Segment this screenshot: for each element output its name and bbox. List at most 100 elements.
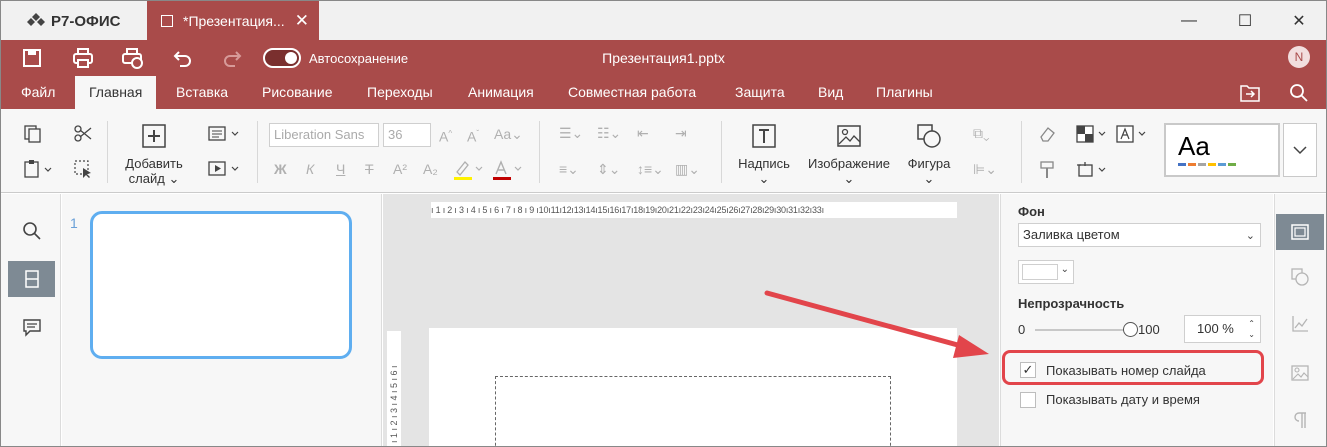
sidebar-search-button[interactable] <box>8 213 55 249</box>
superscript-icon[interactable]: A² <box>393 160 407 178</box>
align-left-icon[interactable]: ≡⌄ <box>559 160 579 178</box>
change-case-icon[interactable]: Aa⌄ <box>494 125 523 143</box>
logo-icon <box>27 12 45 30</box>
increase-indent-icon[interactable]: ⇥ <box>675 124 687 142</box>
opacity-input[interactable]: 100 % ⌃ ⌄ <box>1184 315 1261 343</box>
maximize-button[interactable]: ☐ <box>1217 1 1273 40</box>
search-icon[interactable] <box>1289 83 1309 103</box>
select-all-icon[interactable] <box>73 159 93 179</box>
sidebar-comments-button[interactable] <box>8 309 55 345</box>
decrease-font-icon[interactable]: Aˇ <box>467 125 479 146</box>
close-tab-icon[interactable]: ✕ <box>295 12 309 29</box>
slide[interactable] <box>429 328 957 446</box>
add-slide-label-2: слайд <box>128 171 165 186</box>
highlight-color-icon[interactable] <box>452 158 486 180</box>
image-settings-button[interactable] <box>1276 355 1324 391</box>
change-layout-icon[interactable] <box>207 124 241 144</box>
tab-file[interactable]: Файл <box>7 76 69 109</box>
tab-draw[interactable]: Рисование <box>248 76 347 109</box>
add-slide-button[interactable]: Добавить слайд ⌄ <box>116 123 192 186</box>
paragraph-settings-button[interactable] <box>1276 402 1324 438</box>
cut-icon[interactable] <box>73 124 93 144</box>
vertical-align-icon[interactable]: ⇕⌄ <box>597 160 620 178</box>
shape-settings-button[interactable] <box>1276 259 1324 295</box>
tab-view[interactable]: Вид <box>804 76 857 109</box>
ribbon-separator <box>1021 121 1022 183</box>
chart-settings-button[interactable] <box>1276 306 1324 342</box>
save-icon[interactable] <box>21 47 43 69</box>
image-label: Изображение <box>808 156 890 171</box>
redo-icon[interactable] <box>222 47 244 69</box>
font-color-icon[interactable] <box>491 158 525 180</box>
document-tab[interactable]: *Презентация... ✕ <box>147 1 319 40</box>
opacity-slider-handle[interactable] <box>1123 322 1138 337</box>
chevron-down-icon: ⌄ <box>1060 264 1069 275</box>
columns-icon[interactable]: ▥⌄ <box>675 160 700 178</box>
tab-insert[interactable]: Вставка <box>162 76 242 109</box>
show-date-time-checkbox[interactable] <box>1020 392 1036 408</box>
print-icon[interactable] <box>72 47 94 69</box>
slide-settings-button[interactable] <box>1276 214 1324 250</box>
clear-style-icon[interactable] <box>1037 124 1057 144</box>
search-icon <box>22 222 41 240</box>
copy-style-icon[interactable] <box>1037 160 1057 180</box>
background-label: Фон <box>1018 204 1045 219</box>
arrange-icon[interactable]: ⧉⌄ <box>973 124 990 142</box>
align-objects-icon[interactable]: ⊫⌄ <box>973 160 997 178</box>
text-box-button[interactable]: Надпись ⌄ <box>731 123 797 186</box>
strikethrough-icon[interactable]: Т <box>365 160 374 178</box>
vertical-ruler-marks: ı 1 ı 2 ı 3 ı 4 ı 5 ı 6 ı <box>389 365 399 443</box>
minimize-button[interactable]: — <box>1161 1 1217 40</box>
image-button[interactable]: Изображение ⌄ <box>801 123 897 186</box>
italic-icon[interactable]: К <box>306 160 314 178</box>
ribbon-separator <box>539 121 540 183</box>
bullets-icon[interactable]: ☰⌄ <box>559 124 583 142</box>
sidebar-slides-button[interactable] <box>8 261 55 297</box>
undo-icon[interactable] <box>171 47 193 69</box>
copy-icon[interactable] <box>23 124 43 144</box>
tab-plugins[interactable]: Плагины <box>862 76 947 109</box>
color-scheme-icon[interactable] <box>1075 124 1113 144</box>
tab-home[interactable]: Главная <box>75 76 157 109</box>
numbering-icon[interactable]: ☷⌄ <box>597 124 621 142</box>
tab-transitions[interactable]: Переходы <box>353 76 447 109</box>
subscript-icon[interactable]: A₂ <box>423 160 438 178</box>
slide-thumbnail[interactable] <box>90 211 352 359</box>
theme-preview[interactable]: Aa <box>1164 123 1280 177</box>
theme-dropdown-button[interactable] <box>1283 123 1317 177</box>
increase-font-icon[interactable]: A^ <box>439 125 452 146</box>
fill-type-select[interactable]: Заливка цветом ⌄ <box>1018 223 1261 247</box>
vertical-ruler: ı 1 ı 2 ı 3 ı 4 ı 5 ı 6 ı <box>387 331 401 446</box>
paste-icon[interactable] <box>23 159 53 179</box>
tab-animation[interactable]: Анимация <box>454 76 548 109</box>
shape-icon <box>917 124 941 148</box>
title-bar: Р7-ОФИС *Презентация... ✕ — ☐ ✕ <box>1 1 1326 40</box>
spinner-arrows-icon[interactable]: ⌃ ⌄ <box>1248 318 1255 340</box>
underline-icon[interactable]: Ч <box>336 160 345 178</box>
tab-collaboration[interactable]: Совместная работа <box>554 76 710 109</box>
autosave-toggle[interactable]: Автосохранение <box>263 48 408 68</box>
shape-button[interactable]: Фигура ⌄ <box>899 123 959 186</box>
open-file-location-icon[interactable] <box>1239 83 1261 103</box>
text-style-icon[interactable] <box>1115 124 1153 144</box>
bold-icon[interactable]: Ж <box>274 160 287 178</box>
autosave-switch[interactable] <box>263 48 301 68</box>
close-window-button[interactable]: ✕ <box>1271 1 1326 40</box>
font-name-value: Liberation Sans <box>274 127 365 142</box>
user-avatar[interactable]: N <box>1288 46 1310 68</box>
slides-icon <box>24 270 39 288</box>
font-size-select[interactable]: 36 <box>383 123 431 147</box>
right-sidebar <box>1274 194 1326 446</box>
quick-print-icon[interactable] <box>121 47 143 69</box>
font-name-select[interactable]: Liberation Sans <box>269 123 379 147</box>
opacity-slider-track[interactable] <box>1035 329 1131 331</box>
autosave-label: Автосохранение <box>309 50 409 66</box>
fill-color-button[interactable]: ⌄ <box>1018 260 1074 284</box>
content-placeholder[interactable] <box>495 376 891 446</box>
decrease-indent-icon[interactable]: ⇤ <box>637 124 649 142</box>
tab-protection[interactable]: Защита <box>721 76 799 109</box>
slide-editor-canvas: ı 1 ı 2 ı 3 ı 4 ı 5 ı 6 ı 7 ı 8 ı 9 ı10ı… <box>383 194 999 446</box>
slide-size-icon[interactable] <box>1075 160 1113 180</box>
line-spacing-icon[interactable]: ↕≡⌄ <box>637 160 664 178</box>
start-slideshow-icon[interactable] <box>207 159 241 179</box>
